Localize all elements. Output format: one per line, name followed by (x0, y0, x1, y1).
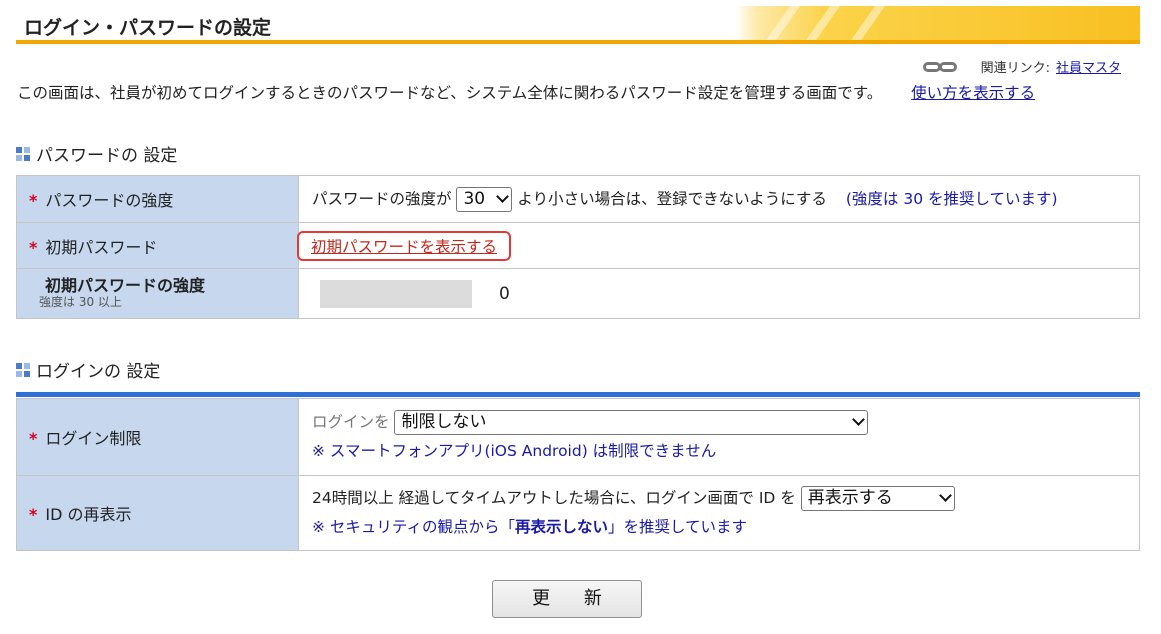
table-row: * パスワードの強度 パスワードの強度が 30 より小さい場合は、登録できないよう… (16, 175, 1140, 223)
related-links: 関連リンク: 社員マスタ (922, 57, 1121, 76)
login-settings-table: * ログイン制限 ログインを 制限しない ※ スマートフォンアプリ(iOS And… (16, 398, 1140, 551)
section-square-icon (16, 146, 30, 161)
howto-link[interactable]: 使い方を表示する (911, 84, 1035, 102)
initial-strength-label: 初期パスワードの強度 強度は 30 以上 (16, 268, 299, 319)
restriction-note: ※ スマートフォンアプリ(iOS Android) は制限できません (312, 442, 717, 460)
id-redisplay-select[interactable]: 再表示する (800, 485, 955, 511)
strength-meter-value: 0 (498, 283, 510, 304)
id-redisplay-label: * ID の再表示 (16, 475, 299, 551)
login-restriction-select[interactable]: 制限しない (394, 409, 869, 435)
chevron-down-icon (938, 489, 952, 502)
page-title-bar: ログイン・パスワードの設定 (16, 6, 1140, 44)
section-divider (16, 392, 1140, 397)
initial-password-label: * 初期パスワード (16, 222, 299, 269)
show-initial-password-link[interactable]: 初期パスワードを表示する (297, 230, 512, 261)
description-text: この画面は、社員が初めてログインするときのパスワードなど、システム全体に関わるパ… (17, 84, 883, 102)
update-button[interactable]: 更 新 (492, 580, 642, 618)
login-section-heading: ログインの 設定 (16, 357, 160, 382)
id-redisplay-note: ※ セキュリティの観点から「再表示しない」を推奨しています (312, 518, 748, 536)
chevron-down-icon (496, 190, 510, 203)
initial-strength-cell: 0 (298, 268, 1140, 319)
related-label: 関連リンク: (980, 61, 1050, 76)
password-section-heading: パスワードの 設定 (16, 141, 177, 166)
password-settings-table: * パスワードの強度 パスワードの強度が 30 より小さい場合は、登録できないよう… (16, 175, 1140, 319)
page-description: この画面は、社員が初めてログインするときのパスワードなど、システム全体に関わるパ… (17, 81, 1035, 103)
initial-password-cell: 初期パスワードを表示する (297, 222, 1140, 269)
required-asterisk: * (29, 191, 38, 210)
chevron-down-icon (852, 413, 866, 426)
login-restriction-label: * ログイン制限 (16, 398, 299, 476)
login-restriction-cell: ログインを 制限しない ※ スマートフォンアプリ(iOS Android) は制… (298, 398, 1140, 476)
table-row: * ID の再表示 24時間以上 経過してタイムアウトした場合に、ログイン画面で … (16, 475, 1140, 551)
page-title: ログイン・パスワードの設定 (24, 17, 272, 39)
strength-label: * パスワードの強度 (16, 175, 299, 223)
strength-select[interactable]: 30 (456, 186, 513, 212)
table-row: 初期パスワードの強度 強度は 30 以上 0 (16, 268, 1140, 319)
id-redisplay-cell: 24時間以上 経過してタイムアウトした場合に、ログイン画面で ID を 再表示す… (298, 475, 1140, 551)
section-square-icon (16, 362, 30, 377)
strength-value-cell: パスワードの強度が 30 より小さい場合は、登録できないようにする (強度は 3… (298, 175, 1140, 223)
required-asterisk: * (29, 429, 38, 448)
link-chain-icon (922, 60, 961, 74)
strength-meter (320, 279, 472, 308)
table-row: * 初期パスワード 初期パスワードを表示する (16, 222, 1140, 269)
required-asterisk: * (29, 505, 38, 524)
strength-note: (強度は 30 を推奨しています) (845, 189, 1058, 208)
table-row: * ログイン制限 ログインを 制限しない ※ スマートフォンアプリ(iOS And… (16, 398, 1140, 476)
required-asterisk: * (29, 237, 38, 257)
initial-strength-sub: 強度は 30 以上 (39, 294, 122, 309)
employee-master-link[interactable]: 社員マスタ (1056, 57, 1121, 76)
